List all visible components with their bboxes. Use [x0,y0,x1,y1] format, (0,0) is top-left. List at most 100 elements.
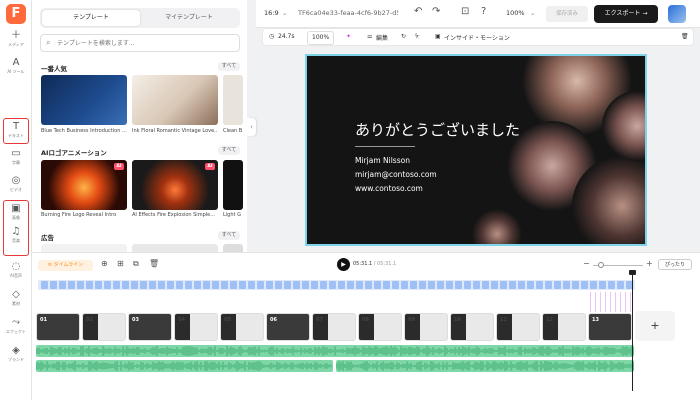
caption-chip[interactable] [581,281,588,289]
video-clip[interactable]: 13 [588,313,632,341]
caption-chip[interactable] [185,281,192,289]
undo-icon[interactable]: ↶ [414,6,422,17]
caption-chip[interactable] [482,281,489,289]
redo-icon[interactable]: ↷ [432,6,440,17]
playhead[interactable] [632,273,633,391]
slide-title[interactable]: ありがとうございました [355,119,520,140]
tab-my-templates[interactable]: マイテンプレート [140,10,238,26]
video-clip[interactable]: 07 [312,313,356,341]
caption-chip[interactable] [176,281,183,289]
caption-chip[interactable] [572,281,579,289]
video-clip[interactable]: 05 [220,313,264,341]
caption-chip[interactable] [194,281,201,289]
template-thumb-blue-tech[interactable] [41,75,127,125]
template-thumb-fire-explosion[interactable]: AI [132,160,218,210]
caption-chip[interactable] [356,281,363,289]
caption-chip[interactable] [554,281,561,289]
caption-chip[interactable] [113,281,120,289]
play-button[interactable]: ▶ [337,258,350,271]
add-track-icon[interactable]: ⊕ [101,259,108,268]
caption-chip[interactable] [104,281,111,289]
audio-track-1[interactable] [36,345,634,357]
export-button[interactable]: エクスポート → [594,5,658,23]
split-icon[interactable]: ⊞ [117,259,124,268]
caption-chip[interactable] [410,281,417,289]
tab-templates[interactable]: テンプレート [42,10,140,26]
caption-chip[interactable] [374,281,381,289]
caption-chip[interactable] [158,281,165,289]
caption-chip[interactable] [311,281,318,289]
audio-track-2b[interactable] [336,360,634,372]
caption-chip[interactable] [149,281,156,289]
caption-chip[interactable] [446,281,453,289]
caption-chip[interactable] [167,281,174,289]
caption-chip[interactable] [536,281,543,289]
caption-chip[interactable] [509,281,516,289]
caption-chip[interactable] [50,281,57,289]
ai-effect-icon[interactable]: ✦ [346,33,351,40]
caption-chip[interactable] [266,281,273,289]
nav-caption[interactable]: ▭ 字幕 [3,146,29,172]
zoom-select[interactable]: 100% [506,9,525,17]
template-thumb-clean[interactable] [223,75,243,125]
caption-chip[interactable] [203,281,210,289]
video-clip[interactable]: 02 [82,313,126,341]
caption-chip[interactable] [284,281,291,289]
video-clip[interactable]: 09 [404,313,448,341]
video-clip[interactable]: 10 [450,313,494,341]
video-clip[interactable]: 06 [266,313,310,341]
save-button[interactable]: 保存済み [546,6,588,22]
help-icon[interactable]: ? [481,6,486,17]
caption-chip[interactable] [293,281,300,289]
nav-ai-tools[interactable]: A AI ツール [3,55,29,81]
caption-chip[interactable] [392,281,399,289]
avatar[interactable] [668,5,686,23]
duplicate-icon[interactable]: ⧉ [133,259,139,269]
rotate-icon[interactable]: ↻ [401,33,406,40]
caption-chip[interactable] [500,281,507,289]
caption-chip[interactable] [122,281,129,289]
nav-ai-voice[interactable]: ◌ AI音声 [3,259,29,285]
nav-transition[interactable]: ⤳ エフェクト [3,315,29,341]
caption-chip[interactable] [41,281,48,289]
caption-chip[interactable] [131,281,138,289]
see-all-ai-logo[interactable]: すべて [218,146,240,155]
caption-chip[interactable] [527,281,534,289]
caption-track[interactable] [38,280,635,290]
caption-chip[interactable] [320,281,327,289]
slide-email[interactable]: mirjam@contoso.com [355,170,437,179]
caption-chip[interactable] [545,281,552,289]
collapse-panel-button[interactable]: ‹ [247,118,256,136]
caption-chip[interactable] [221,281,228,289]
search-input[interactable] [57,37,237,49]
nav-media[interactable]: ＋メディア [3,28,29,54]
nav-video[interactable]: ◎ ビデオ [3,173,29,199]
caption-chip[interactable] [347,281,354,289]
zoom-in-icon[interactable]: + [646,259,653,268]
caption-chip[interactable] [140,281,147,289]
edit-button[interactable]: 編集 [376,33,388,42]
aspect-ratio-select[interactable]: 16:9 [264,9,279,17]
caption-chip[interactable] [86,281,93,289]
caption-chip[interactable] [518,281,525,289]
image-icon[interactable]: ▣ [4,202,28,215]
slide-canvas[interactable]: ありがとうございました Mirjam Nilsson mirjam@contos… [305,54,647,246]
audio-track-2a[interactable] [36,360,333,372]
caption-chip[interactable] [455,281,462,289]
caption-chip[interactable] [329,281,336,289]
project-name[interactable]: TF6ca04e33-feaa-4cf6-9b27-d5... [298,9,398,17]
nav-elements[interactable]: ◇ 素材 [3,287,29,313]
caption-chip[interactable] [68,281,75,289]
trash-icon[interactable]: 🗑 [149,259,159,268]
caption-chip[interactable] [95,281,102,289]
nav-text[interactable]: T テキスト [3,118,29,144]
template-thumb-burning-fire[interactable]: AI [41,160,127,210]
app-logo[interactable]: F [6,4,26,24]
caption-chip[interactable] [608,281,615,289]
caption-chip[interactable] [383,281,390,289]
video-clip[interactable]: 12 [542,313,586,341]
caption-chip[interactable] [491,281,498,289]
music-icon[interactable]: ♫ [4,225,28,238]
zoom-out-icon[interactable]: − [583,259,590,268]
caption-chip[interactable] [401,281,408,289]
